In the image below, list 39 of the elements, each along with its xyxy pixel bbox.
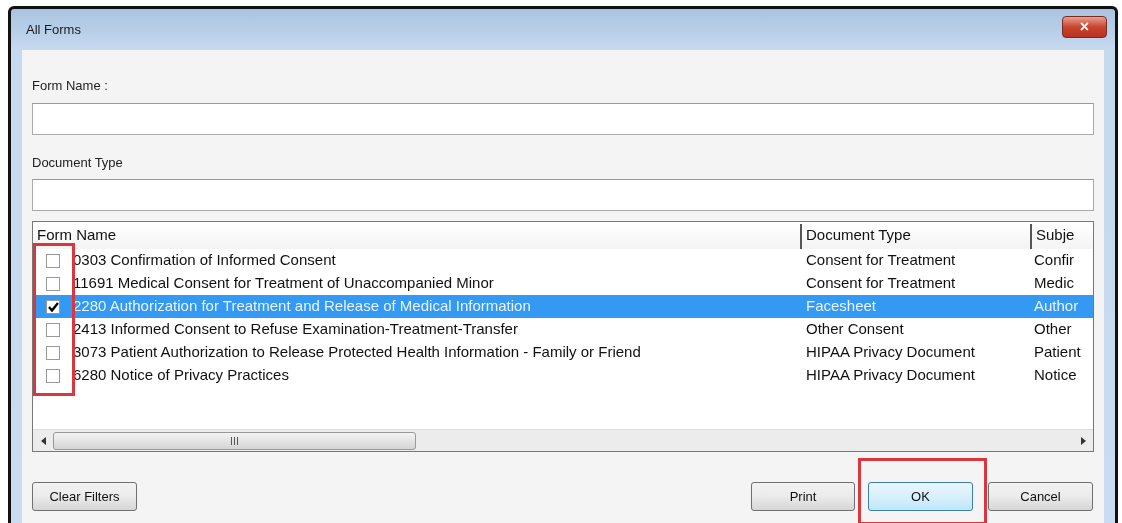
dialog-button[interactable]: OK — [868, 482, 973, 511]
table-cell-text: Consent for Treatment — [805, 273, 957, 294]
table-cell-text: HIPAA Privacy Document — [805, 365, 976, 386]
table-cell-text: 2413 Informed Consent to Refuse Examination-Treatment-Transfer — [73, 319, 519, 340]
table-cell-text: 11691 Medical Consent for Treatment of Unaccompanied Minor — [73, 273, 495, 294]
table-cell-text: 3073 Patient Authorization to Release Protected Health Information - Family or Friend — [73, 342, 642, 363]
close-button[interactable]: × — [1062, 15, 1107, 38]
field-label: Form Name : — [32, 77, 109, 95]
column-header[interactable]: Document Type — [800, 223, 1030, 249]
checkbox[interactable] — [46, 253, 60, 268]
window-title: All Forms — [26, 20, 81, 39]
dialog-button[interactable]: Clear Filters — [32, 482, 137, 511]
scroll-left-icon[interactable] — [40, 436, 46, 445]
dialog-button[interactable]: Cancel — [988, 482, 1093, 511]
checkbox[interactable] — [46, 345, 60, 360]
checkbox[interactable] — [46, 322, 60, 337]
table-cell-text: Facesheet — [805, 296, 878, 317]
checkbox[interactable] — [46, 368, 60, 383]
table-cell-text: 6280 Notice of Privacy Practices — [73, 365, 290, 386]
checkbox[interactable] — [46, 276, 60, 291]
scrollbar-thumb[interactable] — [53, 431, 416, 450]
text-field[interactable] — [32, 179, 1094, 211]
table-cell-text: Other Consent — [805, 319, 905, 340]
table-cell-text: Author — [1033, 296, 1080, 317]
table-cell-text: Other — [1033, 319, 1073, 340]
table-cell-text: HIPAA Privacy Document — [805, 342, 976, 363]
table-cell-text: Consent for Treatment — [805, 250, 957, 271]
table-cell-text: Patient — [1033, 342, 1082, 363]
checkbox[interactable] — [46, 299, 60, 314]
field-label: Document Type — [32, 153, 124, 172]
table-cell-text: Confir — [1033, 250, 1075, 271]
column-header[interactable]: Form Name — [33, 223, 800, 249]
text-field[interactable] — [32, 102, 1094, 135]
table-cell-text: 2280 Authorization for Treatment and Release of Medical Information — [73, 296, 532, 317]
table-cell-text: Medic — [1033, 273, 1075, 294]
scroll-right-icon[interactable] — [1080, 436, 1086, 445]
dialog-button[interactable]: Print — [751, 482, 855, 511]
column-header[interactable]: Subje — [1030, 223, 1093, 249]
table-cell-text: Notice — [1033, 365, 1078, 386]
